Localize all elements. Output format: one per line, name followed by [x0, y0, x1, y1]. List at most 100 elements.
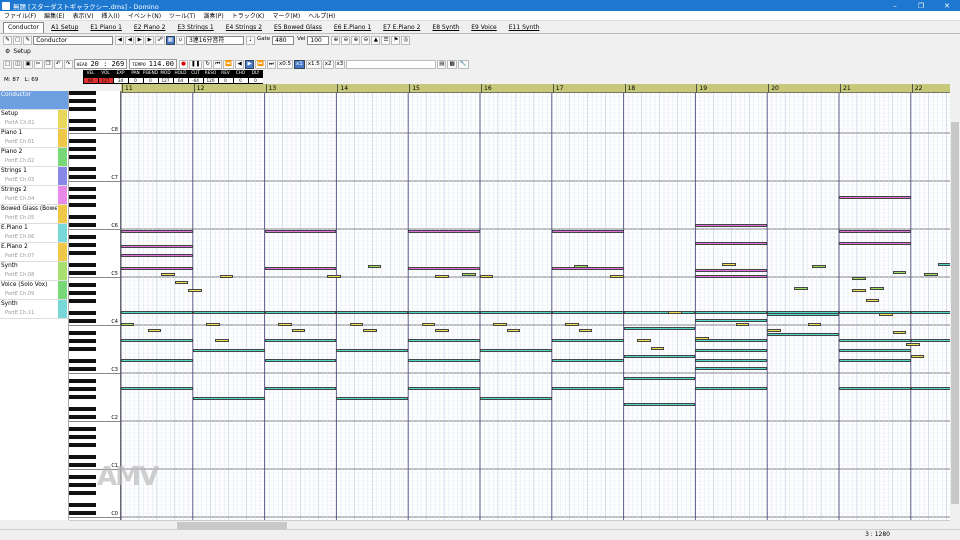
vertical-scrollbar[interactable]	[950, 84, 960, 520]
black-key[interactable]	[69, 511, 96, 515]
speed-button[interactable]: x3	[334, 59, 346, 69]
prev2-icon[interactable]: ◀	[125, 35, 135, 45]
black-key[interactable]	[69, 339, 96, 343]
track-color-swatch[interactable]	[58, 224, 67, 242]
midi-note[interactable]	[264, 359, 337, 362]
midi-note[interactable]	[408, 359, 480, 362]
midi-note[interactable]	[174, 281, 189, 284]
midi-note[interactable]	[767, 333, 839, 336]
black-key[interactable]	[69, 463, 96, 467]
minimize-button[interactable]: –	[882, 2, 908, 10]
midi-note[interactable]	[879, 313, 893, 316]
horizontal-scrollbar[interactable]	[69, 520, 950, 529]
midi-note[interactable]	[264, 230, 337, 233]
zoom-out-icon[interactable]: ⊖	[341, 35, 351, 45]
midi-note[interactable]	[906, 343, 920, 346]
midi-note[interactable]	[551, 311, 624, 314]
midi-note[interactable]	[551, 230, 624, 233]
black-key[interactable]	[69, 99, 96, 103]
tab-track[interactable]: E6 E.Piano 1	[329, 22, 376, 33]
black-key[interactable]	[69, 215, 96, 219]
midi-note[interactable]	[506, 329, 521, 332]
midi-note[interactable]	[121, 339, 193, 342]
marker-icon[interactable]: ⚑	[391, 35, 401, 45]
midi-note[interactable]	[910, 311, 950, 314]
midi-note[interactable]	[327, 275, 341, 278]
track-color-swatch[interactable]	[58, 129, 67, 147]
midi-note[interactable]	[623, 403, 696, 406]
track-color-swatch[interactable]	[58, 205, 67, 223]
midi-note[interactable]	[695, 349, 768, 352]
track-item[interactable]: Bowed Glass (Bowed PortE Ch.05	[0, 205, 68, 224]
midi-note[interactable]	[695, 337, 709, 340]
tab-track[interactable]: E8 Synth	[427, 22, 464, 33]
black-key[interactable]	[69, 147, 96, 151]
midi-note[interactable]	[610, 275, 624, 278]
midi-note[interactable]	[892, 331, 907, 334]
bar-number[interactable]: 16	[481, 84, 553, 93]
gate-input[interactable]: 480	[272, 35, 295, 45]
midi-note[interactable]	[839, 242, 911, 245]
midi-note[interactable]	[121, 311, 193, 314]
bar-number[interactable]: 17	[552, 84, 625, 93]
midi-note[interactable]	[852, 289, 866, 292]
black-key[interactable]	[69, 427, 96, 431]
track-color-swatch[interactable]	[58, 300, 67, 318]
midi-note[interactable]	[161, 273, 175, 276]
midi-note[interactable]	[336, 397, 409, 400]
midi-note[interactable]	[937, 263, 950, 266]
menu-item[interactable]: ファイル(F)	[0, 11, 40, 20]
tab-track[interactable]: E3 Strings 1	[172, 22, 218, 33]
midi-note[interactable]	[623, 311, 696, 314]
midi-note[interactable]	[121, 387, 193, 390]
midi-note[interactable]	[349, 323, 364, 326]
zoom-reset-icon[interactable]: ⊖	[361, 35, 371, 45]
track-color-swatch[interactable]	[58, 167, 67, 185]
bar-number[interactable]: 18	[624, 84, 697, 93]
horizontal-scroll-thumb[interactable]	[177, 522, 287, 529]
meter-icon[interactable]: ▩	[447, 59, 457, 69]
tab-track[interactable]: E5 Bowed Glass	[269, 22, 327, 33]
midi-note[interactable]	[336, 311, 409, 314]
midi-note[interactable]	[565, 323, 579, 326]
rewind-start-icon[interactable]: ⏮	[213, 59, 223, 69]
midi-note[interactable]	[264, 267, 337, 270]
bar-number[interactable]: 15	[409, 84, 481, 93]
tab-track[interactable]: Conductor	[3, 22, 45, 33]
note-length-icon[interactable]: ♩	[245, 35, 255, 45]
black-key[interactable]	[69, 263, 96, 267]
help-icon[interactable]: ◎	[401, 35, 411, 45]
midi-note[interactable]	[839, 311, 911, 314]
track-item[interactable]: Voice (Solo Vox) PortE Ch.09	[0, 281, 68, 300]
midi-note[interactable]	[839, 196, 911, 199]
black-key[interactable]	[69, 107, 96, 111]
midi-note[interactable]	[812, 265, 826, 268]
midi-note[interactable]	[291, 329, 305, 332]
zoom-fit-icon[interactable]: ⊕	[351, 35, 361, 45]
black-key[interactable]	[69, 167, 96, 171]
menu-item[interactable]: 編集(E)	[40, 11, 68, 20]
midi-note[interactable]	[910, 387, 950, 390]
midi-note[interactable]	[650, 347, 664, 350]
tab-track[interactable]: E1 Piano 1	[85, 22, 127, 33]
bar-number[interactable]: 13	[265, 84, 338, 93]
quantize-select[interactable]: 3連16分音符	[185, 35, 244, 45]
list-icon[interactable]: ☰	[381, 35, 391, 45]
black-key[interactable]	[69, 139, 96, 143]
midi-note[interactable]	[695, 224, 768, 227]
midi-note[interactable]	[551, 339, 624, 342]
tab-track[interactable]: E9 Voice	[466, 22, 501, 33]
black-key[interactable]	[69, 119, 96, 123]
zoom-in-icon[interactable]: ⊕	[331, 35, 341, 45]
select-icon[interactable]: ▢	[13, 35, 23, 45]
tab-track[interactable]: E4 Strings 2	[221, 22, 267, 33]
bar-number[interactable]: 12	[193, 84, 266, 93]
midi-note[interactable]	[363, 329, 377, 332]
vertical-scroll-thumb[interactable]	[951, 122, 959, 504]
menu-item[interactable]: 表示(V)	[69, 11, 98, 20]
menu-item[interactable]: トラック(K)	[228, 11, 269, 20]
black-key[interactable]	[69, 503, 96, 507]
midi-note[interactable]	[264, 311, 337, 314]
midi-note[interactable]	[735, 323, 750, 326]
bar-number[interactable]: 22	[911, 84, 950, 93]
